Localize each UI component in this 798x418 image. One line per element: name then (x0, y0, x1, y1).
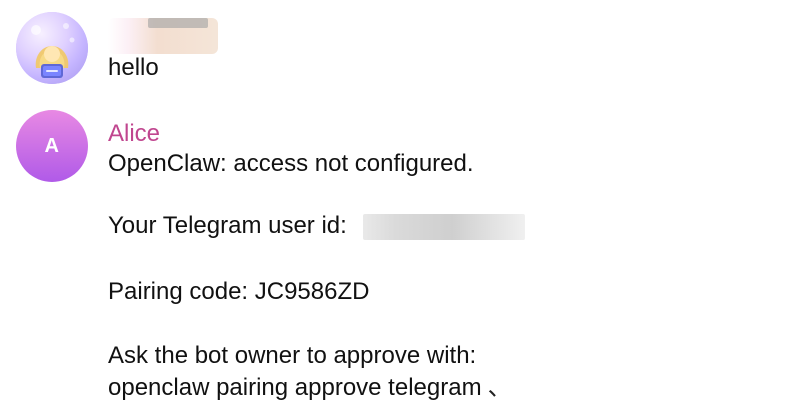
message-sender (108, 18, 218, 54)
redacted-sender-name (108, 18, 218, 54)
initial-avatar-icon: A (44, 134, 60, 157)
message-sender: Alice (108, 120, 161, 147)
anime-character-avatar-icon (16, 12, 88, 84)
truncation-mark: 、 (487, 374, 512, 401)
message-item: A Alice OpenClaw: access not configured.… (16, 110, 776, 410)
message-line: Your Telegram user id: (108, 210, 526, 242)
message-line: Ask the bot owner to approve with: (108, 342, 477, 369)
message-line: Pairing code: JC9586ZD (108, 278, 370, 305)
alice-avatar[interactable]: A (16, 110, 88, 182)
message-line: openclaw pairing approve telegram、 (108, 372, 512, 404)
user-avatar[interactable] (16, 12, 88, 84)
redacted-user-id (363, 213, 526, 240)
message-item: hello (16, 12, 776, 98)
message-line-text: openclaw pairing approve telegram (108, 374, 482, 401)
message-text: hello (108, 54, 159, 81)
message-line-text: Your Telegram user id: (108, 212, 347, 239)
message-line: OpenClaw: access not configured. (108, 150, 474, 177)
